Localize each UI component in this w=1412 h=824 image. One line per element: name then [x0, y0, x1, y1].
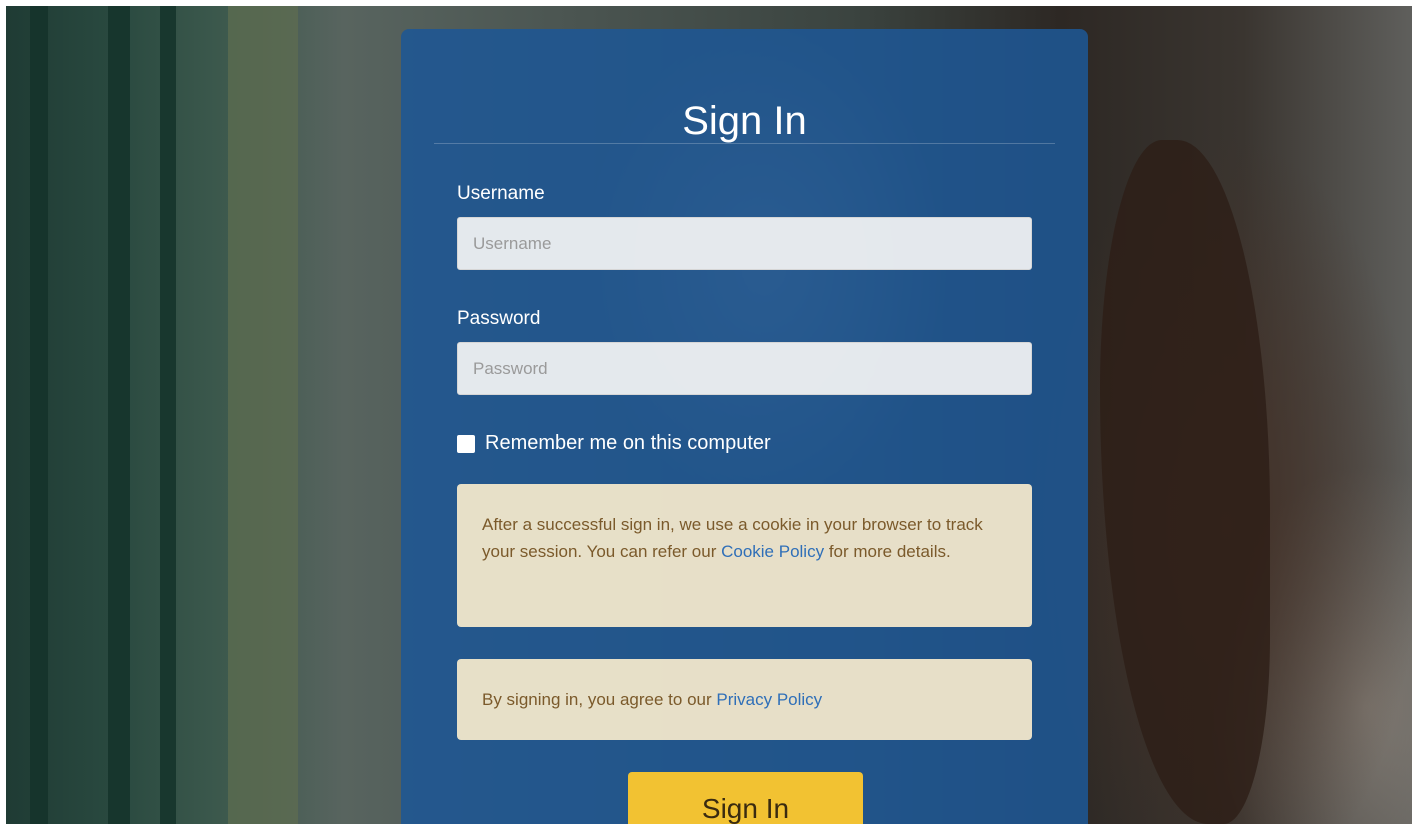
- username-label: Username: [457, 183, 545, 204]
- cookie-notice: After a successful sign in, we use a coo…: [457, 484, 1032, 627]
- sign-in-button[interactable]: Sign In: [628, 772, 863, 824]
- background-bar: [160, 6, 176, 824]
- password-label: Password: [457, 308, 541, 329]
- title-divider: [434, 143, 1055, 144]
- background-bar: [30, 6, 48, 824]
- sign-in-panel: Sign In Username Password Remember me on…: [401, 29, 1088, 824]
- cookie-notice-text-end: for more details.: [824, 542, 951, 561]
- username-input[interactable]: [457, 217, 1032, 270]
- privacy-policy-link[interactable]: Privacy Policy: [716, 690, 822, 709]
- remember-me-checkbox[interactable]: [457, 434, 475, 453]
- privacy-notice: By signing in, you agree to our Privacy …: [457, 659, 1032, 740]
- privacy-notice-text: By signing in, you agree to our: [482, 690, 717, 709]
- sign-in-page: Sign In Username Password Remember me on…: [0, 0, 1412, 824]
- remember-me-label: Remember me on this computer: [485, 432, 771, 454]
- background-strip: [228, 6, 298, 824]
- cookie-policy-link[interactable]: Cookie Policy: [721, 542, 824, 561]
- background-bar: [108, 6, 130, 824]
- page-title: Sign In: [682, 99, 807, 143]
- password-input[interactable]: [457, 342, 1032, 395]
- remember-me-row[interactable]: Remember me on this computer: [457, 432, 771, 455]
